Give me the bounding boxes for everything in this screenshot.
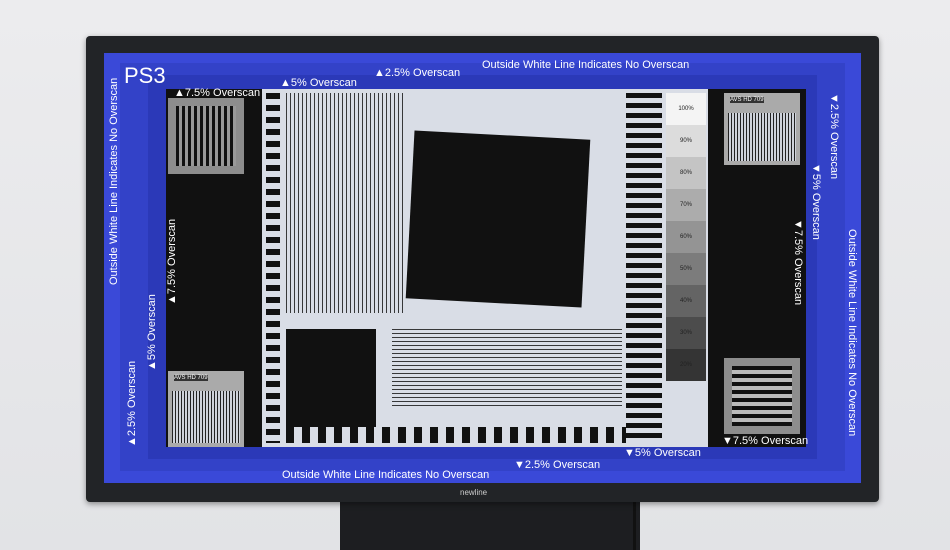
fan-lines-horizontal <box>392 329 622 409</box>
right-bar-column <box>626 93 662 443</box>
gray-ramp: 100% 90% 80% 70% 60% 50% 40% 30% 20% <box>666 93 706 381</box>
monitor-screen: AVS HD 709 AVS HD 709 100% 90% 80% 70% 6… <box>104 53 861 483</box>
rotated-square <box>405 130 591 308</box>
top-75-overscan: ▲7.5% Overscan <box>174 87 261 99</box>
right-avs-block: AVS HD 709 <box>724 93 800 165</box>
bottom-75-overscan: ▼7.5% Overscan <box>722 435 809 447</box>
right-75-overscan: ▼7.5% Overscan <box>792 219 804 306</box>
gray-step: 30% <box>666 317 706 349</box>
top-25-overscan: ▲2.5% Overscan <box>374 67 461 79</box>
top-5-overscan: ▲5% Overscan <box>280 77 357 89</box>
left-5-overscan: ▲5% Overscan <box>146 294 158 371</box>
left-25-overscan: ▲2.5% Overscan <box>126 360 138 447</box>
power-cable <box>633 498 636 550</box>
right-resolution-block <box>724 358 800 434</box>
bottom-25-overscan: ▼2.5% Overscan <box>514 459 601 471</box>
avs-label: AVS HD 709 <box>174 375 208 381</box>
bottom-5-overscan: ▼5% Overscan <box>624 447 701 459</box>
gray-step: 40% <box>666 285 706 317</box>
right-5-overscan: ▼5% Overscan <box>810 163 822 240</box>
gray-step: 50% <box>666 253 706 285</box>
gray-step: 70% <box>666 189 706 221</box>
left-75-overscan: ▲7.5% Overscan <box>166 218 178 305</box>
vertical-bar-column <box>266 93 280 443</box>
bottom-no-overscan: Outside White Line Indicates No Overscan <box>282 469 490 481</box>
right-no-overscan: Outside White Line Indicates No Overscan <box>846 229 858 437</box>
test-pattern: 100% 90% 80% 70% 60% 50% 40% 30% 20% <box>262 89 708 447</box>
gray-step: 80% <box>666 157 706 189</box>
gray-step: 100% <box>666 93 706 125</box>
corner-label: PS3 <box>124 63 166 88</box>
left-resolution-block <box>168 98 244 174</box>
gray-step: 60% <box>666 221 706 253</box>
right-25-overscan: ▼2.5% Overscan <box>828 93 840 180</box>
monitor-stand <box>340 498 640 550</box>
bottom-square <box>286 329 376 427</box>
top-no-overscan: Outside White Line Indicates No Overscan <box>482 59 690 71</box>
gray-step: 90% <box>666 125 706 157</box>
left-avs-block: AVS HD 709 <box>168 371 244 447</box>
left-no-overscan: Outside White Line Indicates No Overscan <box>108 77 120 285</box>
horizontal-bar-row <box>286 427 626 443</box>
gray-step: 20% <box>666 349 706 381</box>
avs-label-right: AVS HD 709 <box>730 97 764 103</box>
brand-logo: newline <box>460 488 488 497</box>
fan-lines-vertical <box>286 93 406 313</box>
